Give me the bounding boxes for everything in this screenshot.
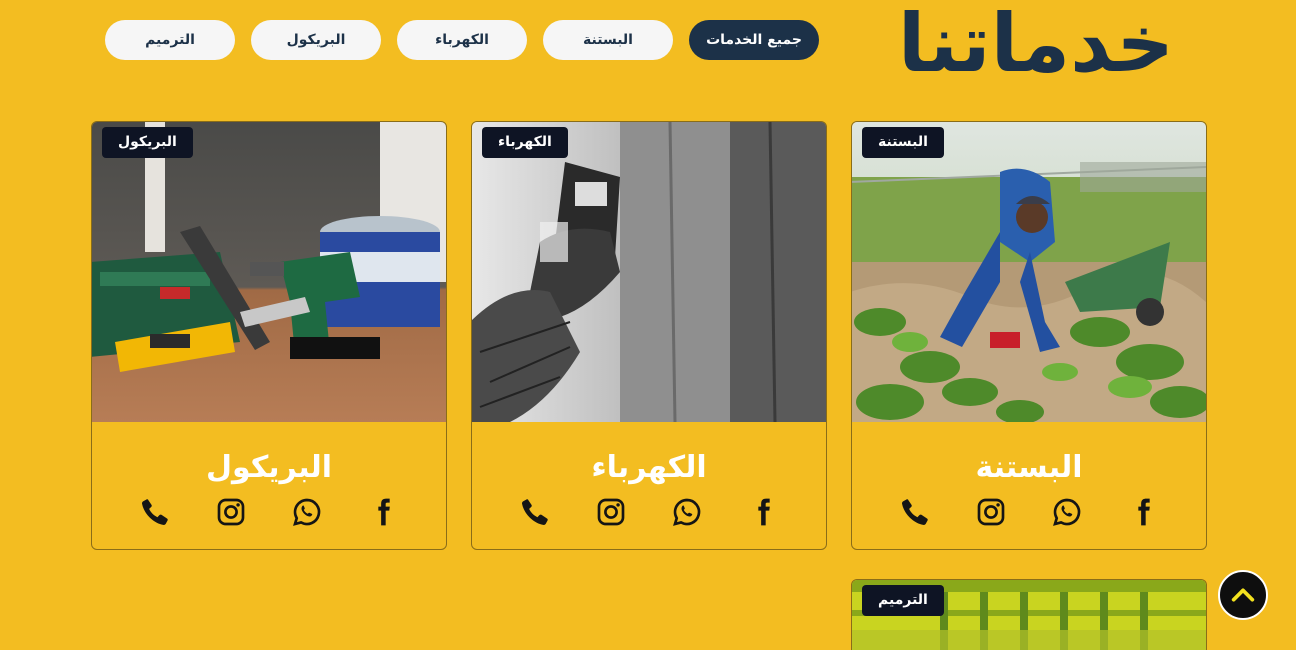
gardener-photo: البستنة	[852, 122, 1206, 422]
category-badge: البستنة	[862, 127, 944, 158]
instagram-icon[interactable]	[213, 494, 249, 530]
filter-renovation[interactable]: الترميم	[105, 20, 235, 60]
electrician-illustration	[472, 122, 826, 422]
contact-icons	[472, 494, 826, 530]
service-card-electricity[interactable]: الكهرباء الكهرباء	[471, 121, 827, 550]
filter-gardening[interactable]: البستنة	[543, 20, 673, 60]
facebook-icon[interactable]	[1125, 494, 1161, 530]
renovation-photo: الترميم	[852, 580, 1206, 650]
service-title: الكهرباء	[591, 450, 707, 485]
category-badge: الكهرباء	[482, 127, 568, 158]
scroll-to-top-button[interactable]	[1218, 570, 1268, 620]
gardener-illustration	[852, 122, 1206, 422]
tools-photo: البريكول	[92, 122, 446, 422]
filter-handyman[interactable]: البريكول	[251, 20, 381, 60]
filter-electricity[interactable]: الكهرباء	[397, 20, 527, 60]
service-title: البستنة	[975, 450, 1083, 485]
whatsapp-icon[interactable]	[669, 494, 705, 530]
chevron-up-icon	[1231, 588, 1255, 602]
facebook-icon[interactable]	[365, 494, 401, 530]
service-filters: جميع الخدمات البستنة الكهرباء البريكول ا…	[105, 20, 819, 60]
contact-icons	[92, 494, 446, 530]
instagram-icon[interactable]	[593, 494, 629, 530]
phone-icon[interactable]	[517, 494, 553, 530]
contact-icons	[852, 494, 1206, 530]
category-badge: البريكول	[102, 127, 193, 158]
service-card-renovation[interactable]: الترميم	[851, 579, 1207, 650]
phone-icon[interactable]	[137, 494, 173, 530]
service-title: البريكول	[205, 450, 332, 485]
phone-icon[interactable]	[897, 494, 933, 530]
page-title: خدماتنا	[897, 0, 1176, 90]
whatsapp-icon[interactable]	[1049, 494, 1085, 530]
whatsapp-icon[interactable]	[289, 494, 325, 530]
tools-illustration	[92, 122, 446, 422]
category-badge: الترميم	[862, 585, 944, 616]
service-card-gardening[interactable]: البستنة البستنة	[851, 121, 1207, 550]
facebook-icon[interactable]	[745, 494, 781, 530]
instagram-icon[interactable]	[973, 494, 1009, 530]
filter-all-services[interactable]: جميع الخدمات	[689, 20, 819, 60]
electrician-photo: الكهرباء	[472, 122, 826, 422]
service-card-handyman[interactable]: البريكول البريكول	[91, 121, 447, 550]
